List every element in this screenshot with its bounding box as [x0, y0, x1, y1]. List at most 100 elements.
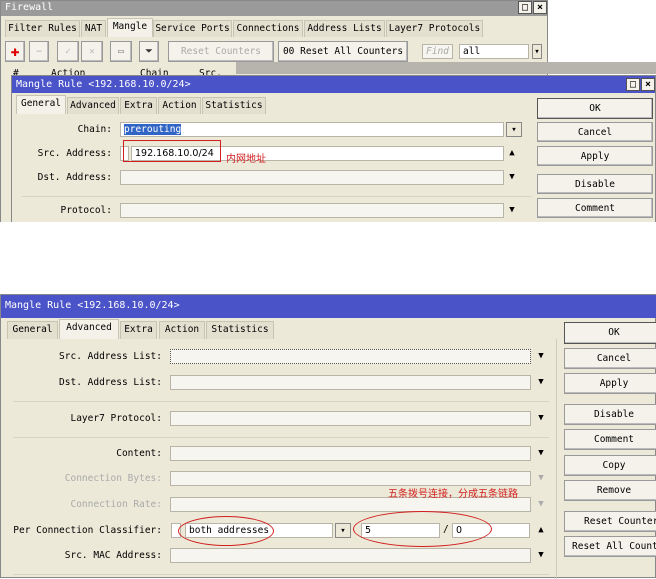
protocol-input[interactable]	[120, 203, 504, 218]
remove-button[interactable]: −	[29, 41, 49, 62]
maximize-button[interactable]: □	[626, 78, 640, 91]
tab-layer7-protocols[interactable]: Layer7 Protocols	[386, 20, 483, 37]
tab-general[interactable]: General	[16, 95, 66, 114]
content-input[interactable]	[170, 446, 531, 461]
src-address-list-expand-icon[interactable]: ▼	[536, 349, 546, 364]
pcc-label: Per Connection Classifier:	[13, 525, 162, 536]
layer7-protocol-input[interactable]	[170, 411, 531, 426]
cancel-button[interactable]: Cancel	[537, 122, 653, 142]
column-header: # Action Chain Src. Ad	[5, 65, 237, 75]
tab-nat[interactable]: NAT	[81, 20, 106, 37]
enable-button[interactable]: ✓	[57, 41, 79, 62]
chain-value: prerouting	[124, 124, 182, 135]
tab-filter-rules[interactable]: Filter Rules	[5, 20, 80, 37]
reset-counters-button[interactable]: Reset Counters	[564, 511, 656, 532]
pcc-collapse-icon[interactable]: ▲	[536, 523, 546, 538]
col-chain[interactable]: Chain	[140, 65, 169, 75]
connection-bytes-expand-icon[interactable]: ▼	[536, 471, 546, 486]
filter-dropdown-icon[interactable]: ▾	[532, 44, 542, 59]
dst-address-list-input[interactable]	[170, 375, 531, 390]
tab-extra[interactable]: Extra	[120, 321, 157, 339]
reset-counters-button[interactable]: Reset Counters	[168, 41, 274, 62]
panel-border	[556, 339, 557, 579]
tab-address-lists[interactable]: Address Lists	[304, 20, 385, 37]
tab-advanced[interactable]: Advanced	[59, 319, 119, 339]
tab-mangle[interactable]: Mangle	[107, 18, 153, 37]
cancel-button[interactable]: Cancel	[564, 348, 656, 369]
disable-button[interactable]: Disable	[564, 404, 656, 425]
close-button[interactable]: ×	[533, 1, 547, 14]
layer7-protocol-label: Layer7 Protocol:	[70, 413, 162, 424]
apply-button[interactable]: Apply	[564, 373, 656, 394]
tab-extra[interactable]: Extra	[120, 97, 157, 114]
layer7-protocol-expand-icon[interactable]: ▼	[536, 411, 546, 426]
connection-bytes-input[interactable]	[170, 471, 531, 486]
dialog-title: Mangle Rule <192.168.10.0/24>	[16, 79, 191, 90]
src-address-list-label: Src. Address List:	[59, 351, 162, 362]
close-button[interactable]: ×	[641, 78, 655, 91]
tab-action[interactable]: Action	[158, 97, 201, 114]
find-input[interactable]: Find	[422, 44, 453, 59]
divider	[22, 196, 532, 197]
filter-select[interactable]: all	[459, 44, 529, 59]
chain-label: Chain:	[77, 124, 112, 135]
dst-address-list-label: Dst. Address List:	[59, 377, 162, 388]
ok-button[interactable]: OK	[564, 322, 656, 344]
annotation-text: 内网地址	[226, 154, 266, 165]
tab-statistics[interactable]: Statistics	[206, 321, 274, 339]
src-mac-address-input[interactable]	[170, 548, 531, 563]
src-mac-address-label: Src. MAC Address:	[64, 550, 162, 561]
divider	[13, 437, 549, 438]
col-src-address[interactable]: Src. Ad	[199, 65, 237, 75]
disable-button[interactable]: ✕	[81, 41, 103, 62]
protocol-expand-icon[interactable]: ▼	[507, 203, 517, 218]
comment-button[interactable]: Comment	[564, 429, 656, 450]
src-address-collapse-icon[interactable]: ▲	[507, 146, 517, 161]
dst-address-expand-icon[interactable]: ▼	[507, 170, 517, 185]
filter-button[interactable]: ⏷	[139, 41, 159, 62]
content-label: Content:	[116, 448, 162, 459]
src-mac-address-expand-icon[interactable]: ▼	[536, 548, 546, 563]
chain-dropdown-icon[interactable]: ▾	[506, 122, 522, 137]
maximize-button[interactable]: □	[518, 1, 532, 14]
divider	[13, 401, 549, 402]
mangle-rule-dialog-general: Mangle Rule <192.168.10.0/24> □ × Genera…	[11, 75, 656, 230]
col-action[interactable]: Action	[51, 65, 85, 75]
tab-general[interactable]: General	[7, 321, 58, 339]
copy-button[interactable]: Copy	[564, 455, 656, 476]
comment-button[interactable]: ▭	[110, 41, 132, 62]
firewall-title: Firewall	[5, 2, 54, 13]
tab-action[interactable]: Action	[159, 321, 205, 339]
tab-service-ports[interactable]: Service Ports	[153, 20, 232, 37]
connection-rate-label: Connection Rate:	[70, 499, 162, 510]
reset-all-counters-button[interactable]: 00 Reset All Counters	[278, 41, 408, 62]
src-address-list-input[interactable]	[170, 349, 531, 364]
col-number[interactable]: #	[13, 65, 19, 75]
dst-address-input[interactable]	[120, 170, 504, 185]
remove-button[interactable]: Remove	[564, 480, 656, 501]
dst-address-list-expand-icon[interactable]: ▼	[536, 375, 546, 390]
src-address-label: Src. Address:	[37, 148, 112, 159]
content-expand-icon[interactable]: ▼	[536, 446, 546, 461]
apply-button[interactable]: Apply	[537, 146, 653, 166]
ok-button[interactable]: OK	[537, 98, 653, 119]
pcc-type-dropdown-icon[interactable]: ▾	[335, 523, 351, 538]
add-button[interactable]: ✚	[5, 41, 25, 62]
tab-advanced[interactable]: Advanced	[67, 97, 119, 114]
tab-statistics[interactable]: Statistics	[202, 97, 266, 114]
reset-all-counters-button[interactable]: Reset All Counters	[564, 536, 656, 557]
background-dialog	[236, 62, 656, 74]
dst-address-label: Dst. Address:	[37, 172, 112, 183]
connection-bytes-label: Connection Bytes:	[64, 473, 162, 484]
mangle-rule-dialog-advanced: Mangle Rule <192.168.10.0/24> General Ad…	[0, 294, 656, 579]
dialog-title-bar: Mangle Rule <192.168.10.0/24>	[12, 76, 655, 93]
tab-connections[interactable]: Connections	[233, 20, 303, 37]
dialog-title-bar: Mangle Rule <192.168.10.0/24>	[1, 295, 656, 318]
divider	[13, 574, 549, 575]
connection-rate-expand-icon[interactable]: ▼	[536, 497, 546, 512]
chain-select[interactable]: prerouting	[120, 122, 504, 137]
disable-button[interactable]: Disable	[537, 174, 653, 194]
gap	[0, 222, 656, 294]
dialog-title: Mangle Rule <192.168.10.0/24>	[5, 300, 180, 311]
comment-button[interactable]: Comment	[537, 198, 653, 218]
